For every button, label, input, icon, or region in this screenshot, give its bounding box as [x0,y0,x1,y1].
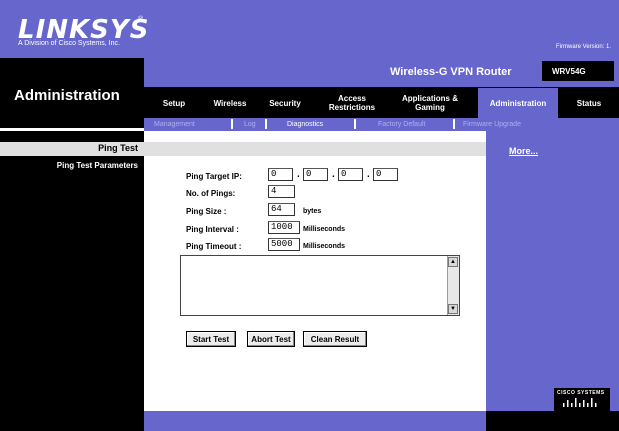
page-title: Administration [14,87,120,104]
ping-size-label: Ping Size : [186,207,227,216]
model-number: WRV54G [552,67,586,76]
subtab-diagnostics[interactable]: Diagnostics [287,119,323,130]
subtab-separator [231,119,233,129]
scroll-up-arrow-icon[interactable]: ▲ [448,257,458,267]
subtab-management[interactable]: Management [154,119,195,130]
more-help-link[interactable]: More... [509,146,538,156]
ip-octet-2-input[interactable]: 0 [303,168,328,181]
subtab-firmware-upgrade[interactable]: Firmware Upgrade [463,119,521,130]
tab-access-restrictions[interactable]: Access Restrictions [318,88,386,118]
ping-timeout-unit: Milliseconds [303,243,346,250]
ping-timeout-label: Ping Timeout : [186,242,242,251]
content-header-bar [144,142,486,156]
subtab-separator [265,119,267,129]
ping-target-ip-label: Ping Target IP: [186,172,242,181]
tab-setup[interactable]: Setup [150,88,198,118]
clean-result-button[interactable]: Clean Result [303,331,367,347]
ping-test-parameters-label: Ping Test Parameters [56,161,138,170]
help-column [486,131,619,411]
ip-dot: . [367,169,370,180]
tab-security[interactable]: Security [260,88,310,118]
ip-dot: . [332,169,335,180]
ip-octet-3-input[interactable]: 0 [338,168,363,181]
ping-interval-unit: Milliseconds [303,226,346,233]
num-pings-label: No. of Pings: [186,189,236,198]
firmware-version: Firmware Version: 1. [556,44,612,50]
ip-octet-4-input[interactable]: 0 [373,168,398,181]
ping-size-unit: bytes [303,208,322,215]
cisco-bridge-icon [563,398,597,407]
footer-right [486,411,619,431]
left-column [0,131,144,411]
tab-applications-gaming[interactable]: Applications & Gaming [392,88,468,118]
ping-result-textarea[interactable] [180,255,460,316]
ping-size-input[interactable]: 64 [268,203,295,216]
logo-registered-mark: ® [138,16,144,23]
subtab-log[interactable]: Log [244,119,256,130]
abort-test-button[interactable]: Abort Test [247,331,295,347]
ip-octet-1-input[interactable]: 0 [268,168,293,181]
tab-administration[interactable]: Administration [478,88,558,118]
ping-interval-input[interactable]: 1000 [268,221,300,234]
footer-middle [144,411,486,431]
num-pings-input[interactable]: 4 [268,185,295,198]
tab-wireless[interactable]: Wireless [206,88,254,118]
subtab-separator [453,119,455,129]
ip-dot: . [297,169,300,180]
subtab-factory-default[interactable]: Factory Default [378,119,425,130]
scroll-down-arrow-icon[interactable]: ▼ [448,304,458,314]
subtab-separator [354,119,356,129]
logo-subtitle: A Division of Cisco Systems, Inc. [18,40,120,47]
product-name: Wireless-G VPN Router [390,66,512,78]
section-title-ping-test: Ping Test [98,143,138,153]
ping-timeout-input[interactable]: 5000 [268,238,300,251]
tab-status[interactable]: Status [562,88,616,118]
ping-interval-label: Ping Interval : [186,225,239,234]
footer-left [0,411,144,431]
start-test-button[interactable]: Start Test [186,331,236,347]
